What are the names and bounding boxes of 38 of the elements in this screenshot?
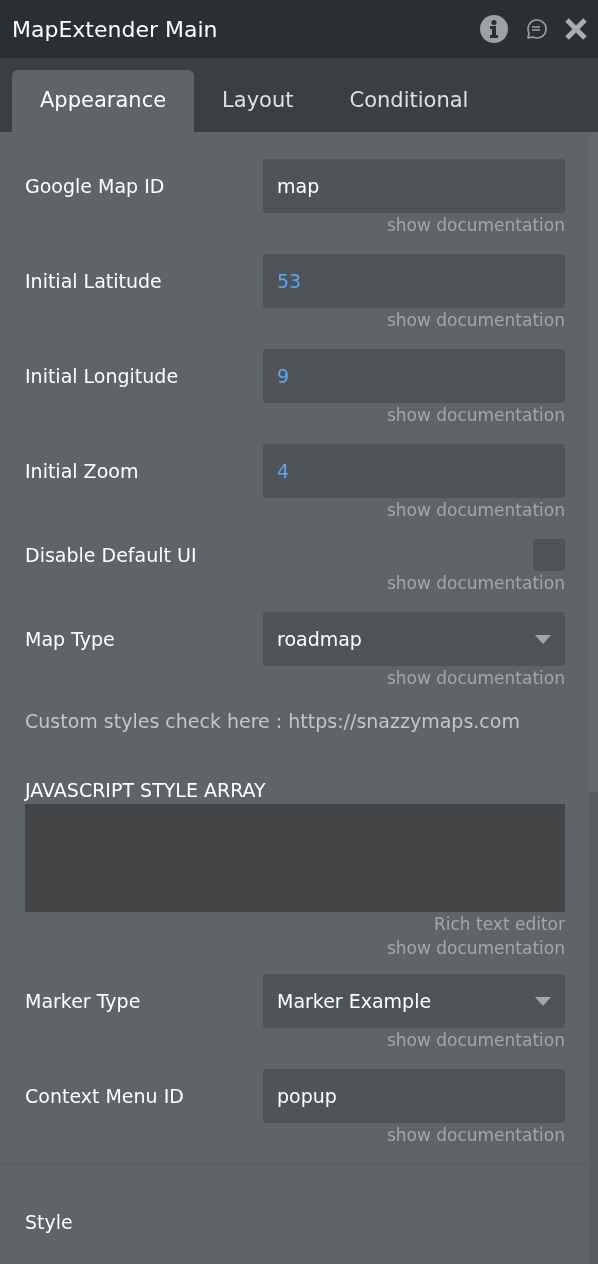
input-field[interactable]: 4 — [263, 444, 565, 498]
documentation-link[interactable]: show documentation — [386, 938, 565, 958]
tab[interactable]: Conditional — [321, 70, 497, 132]
field-label: Marker Type — [25, 988, 141, 1014]
section-title: Style — [25, 1211, 73, 1233]
field-label: Google Map ID — [25, 173, 165, 199]
field-label: Context Menu ID — [25, 1083, 184, 1109]
info-icon[interactable] — [480, 15, 508, 43]
documentation-link[interactable]: show documentation — [386, 1030, 565, 1050]
tab[interactable]: Layout — [194, 70, 322, 132]
field-label: JAVASCRIPT STYLE ARRAY — [25, 777, 267, 803]
window-title: MapExtender Main — [12, 15, 218, 44]
input-field[interactable]: 53 — [263, 254, 565, 308]
editor-link[interactable]: Rich text editor — [433, 914, 565, 934]
dropdown[interactable]: roadmap — [263, 612, 565, 666]
info-text: Custom styles check here : https://snazzymaps.com — [25, 709, 521, 734]
close-icon[interactable] — [564, 17, 588, 41]
scrollbar-thumb[interactable] — [590, 132, 598, 792]
field-label: Initial Latitude — [25, 268, 162, 294]
documentation-link[interactable]: show documentation — [386, 215, 565, 235]
field-label: Initial Zoom — [25, 458, 139, 484]
input-field[interactable]: 9 — [263, 349, 565, 403]
field-label: Initial Longitude — [25, 363, 179, 389]
comment-icon[interactable] — [524, 17, 548, 41]
field-label: Map Type — [25, 626, 115, 652]
caret-icon — [535, 634, 551, 644]
documentation-link[interactable]: show documentation — [386, 573, 565, 593]
documentation-link[interactable]: show documentation — [386, 1125, 565, 1145]
input-field[interactable]: map — [263, 159, 565, 213]
tab[interactable]: Appearance — [12, 70, 195, 132]
field-label: Disable Default UI — [25, 542, 197, 568]
caret-icon — [535, 996, 551, 1006]
documentation-link[interactable]: show documentation — [386, 405, 565, 425]
dropdown[interactable]: Marker Example — [263, 974, 565, 1028]
documentation-link[interactable]: show documentation — [386, 310, 565, 330]
input-field[interactable]: popup — [263, 1069, 565, 1123]
documentation-link[interactable]: show documentation — [386, 668, 565, 688]
documentation-link[interactable]: show documentation — [386, 500, 565, 520]
